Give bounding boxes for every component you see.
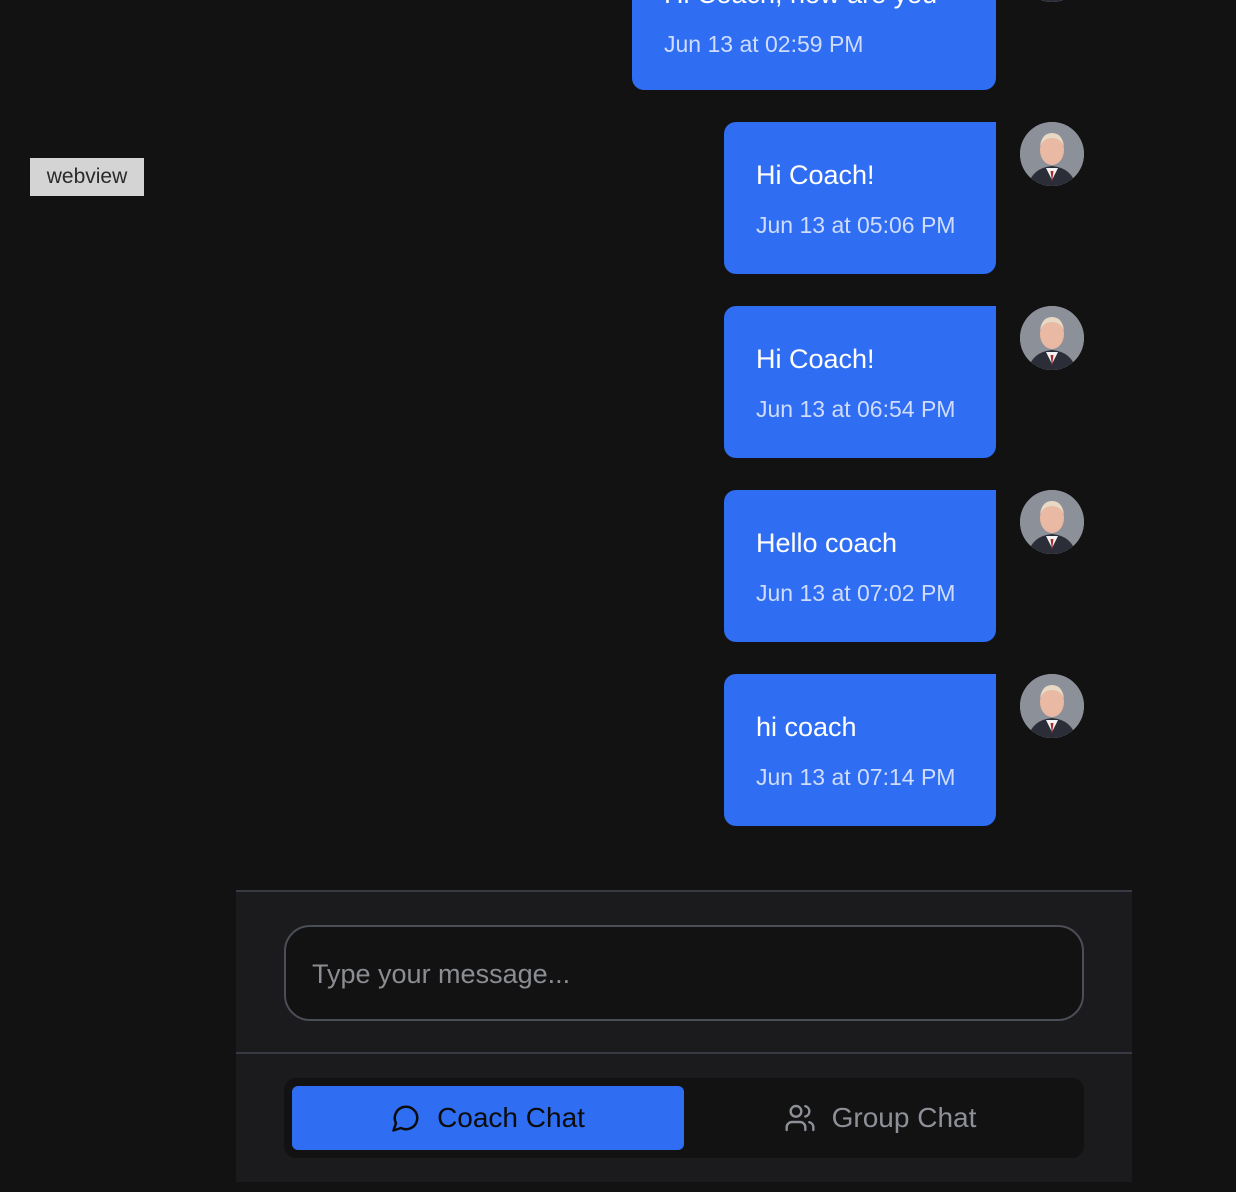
message-list[interactable]: Hi Coach, how are you Jun 13 at 02:59 PM… bbox=[0, 0, 1236, 890]
chat-page: webview Hi Coach, how are you Jun 13 at … bbox=[0, 0, 1236, 1192]
chat-tabs: Coach Chat Group Chat bbox=[284, 1078, 1084, 1158]
message-bubble: Hi Coach! Jun 13 at 05:06 PM bbox=[724, 122, 996, 274]
message-text: Hello coach bbox=[756, 528, 898, 558]
tab-coach-chat-label: Coach Chat bbox=[437, 1102, 585, 1133]
avatar bbox=[1020, 122, 1084, 186]
avatar bbox=[1020, 490, 1084, 554]
message-text: hi coach bbox=[756, 712, 857, 742]
message-text: Hi Coach! bbox=[756, 160, 875, 190]
message-bubble: Hello coach Jun 13 at 07:02 PM bbox=[724, 490, 996, 642]
message-time: Jun 13 at 02:59 PM bbox=[664, 31, 864, 57]
message-text: Hi Coach! bbox=[756, 344, 875, 374]
message-text: Hi Coach, how are you bbox=[664, 0, 964, 10]
message-input[interactable] bbox=[310, 927, 1054, 1021]
message-composer bbox=[236, 890, 1132, 1052]
message-time: Jun 13 at 05:06 PM bbox=[756, 212, 956, 238]
avatar bbox=[1020, 306, 1084, 370]
message-time: Jun 13 at 06:54 PM bbox=[756, 396, 956, 422]
users-icon bbox=[784, 1102, 816, 1134]
avatar bbox=[1020, 0, 1084, 2]
message-input-container[interactable] bbox=[284, 925, 1084, 1021]
message-circle-icon bbox=[391, 1103, 421, 1133]
tab-coach-chat[interactable]: Coach Chat bbox=[292, 1086, 684, 1150]
chat-tab-bar: Coach Chat Group Chat bbox=[236, 1052, 1132, 1182]
message-time: Jun 13 at 07:02 PM bbox=[756, 580, 956, 606]
message-bubble: hi coach Jun 13 at 07:14 PM bbox=[724, 674, 996, 826]
avatar bbox=[1020, 674, 1084, 738]
message-bubble: Hi Coach! Jun 13 at 06:54 PM bbox=[724, 306, 996, 458]
message-bubble: Hi Coach, how are you Jun 13 at 02:59 PM bbox=[632, 0, 996, 90]
message-time: Jun 13 at 07:14 PM bbox=[756, 764, 956, 790]
tab-group-chat[interactable]: Group Chat bbox=[684, 1086, 1076, 1150]
tab-group-chat-label: Group Chat bbox=[831, 1102, 977, 1133]
